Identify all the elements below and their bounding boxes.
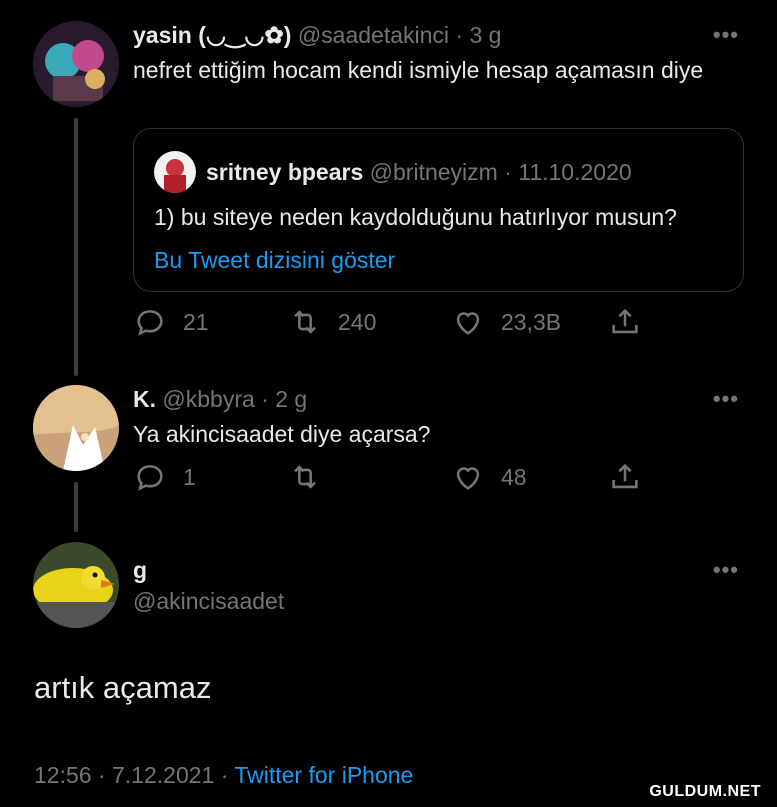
retweet-count: 240 (338, 308, 377, 335)
quote-header: sritney bpears @britneyizm · 11.10.2020 (206, 159, 632, 186)
retweet-icon (294, 465, 316, 489)
source-link[interactable]: Twitter for iPhone (234, 762, 413, 788)
main-tweet-text: artık açamaz (34, 670, 212, 705)
like-count: 23,3B (501, 308, 562, 335)
reply-button[interactable]: 21 (133, 305, 209, 339)
user-handle-line: @akincisaadet (133, 588, 284, 615)
user-handle[interactable]: @saadetakinci (298, 22, 449, 48)
share-icon (612, 463, 638, 489)
share-icon (612, 308, 638, 334)
user-handle[interactable]: @akincisaadet (133, 588, 284, 614)
retweet-icon (294, 310, 316, 334)
retweet-button[interactable] (288, 460, 322, 494)
tweet-time[interactable]: 2 g (275, 386, 307, 412)
avatar[interactable] (154, 151, 196, 193)
like-button[interactable]: 23,3B (451, 305, 561, 339)
display-name[interactable]: g (133, 557, 147, 583)
share-button[interactable] (608, 305, 642, 339)
more-icon[interactable]: ••• (713, 557, 739, 583)
tweet-header: K. @kbbyra · 2 g (133, 386, 307, 413)
avatar[interactable] (33, 542, 119, 628)
share-button[interactable] (608, 460, 642, 494)
reply-icon (137, 310, 163, 336)
user-handle[interactable]: @britneyizm (370, 159, 498, 185)
tweet-time[interactable]: 3 g (469, 22, 501, 48)
tweet-text: nefret ettiğim hocam kendi ismiyle hesap… (133, 57, 704, 83)
tweet-header: g (133, 557, 147, 584)
tweet-1[interactable]: yasin (◡‿◡✿) @saadetakinci · 3 g ••• nef… (0, 0, 777, 370)
retweet-button[interactable]: 240 (288, 305, 376, 339)
watermark: GULDUM.NET (649, 783, 761, 800)
separator: · (261, 386, 269, 412)
timestamp[interactable]: 12:56 · 7.12.2021 · (34, 762, 228, 788)
quoted-tweet[interactable]: sritney bpears @britneyizm · 11.10.2020 … (133, 128, 744, 292)
reply-button[interactable]: 1 (133, 460, 196, 494)
tweet-meta: 12:56 · 7.12.2021 · Twitter for iPhone (34, 762, 413, 789)
tweet-actions: 1 48 (133, 460, 653, 500)
tweet-header: yasin (◡‿◡✿) @saadetakinci · 3 g (133, 22, 501, 49)
user-handle[interactable]: @kbbyra (162, 386, 254, 412)
quote-text: 1) bu siteye neden kaydolduğunu hatırlıy… (154, 204, 677, 230)
avatar[interactable] (33, 385, 119, 471)
reply-icon (137, 465, 163, 491)
separator: · (504, 159, 512, 185)
show-thread-link[interactable]: Bu Tweet dizisini göster (154, 247, 395, 274)
like-button[interactable]: 48 (451, 460, 527, 494)
reply-count: 1 (183, 463, 196, 490)
separator: · (455, 22, 464, 48)
tweet-actions: 21 240 23,3B (133, 305, 653, 345)
tweet-2[interactable]: K. @kbbyra · 2 g ••• Ya akincisaadet diy… (0, 370, 777, 530)
display-name[interactable]: K. (133, 386, 156, 412)
more-icon[interactable]: ••• (713, 386, 739, 412)
display-name[interactable]: sritney bpears (206, 159, 363, 185)
tweet-time[interactable]: 11.10.2020 (518, 159, 631, 185)
display-name[interactable]: yasin (◡‿◡✿) (133, 22, 291, 48)
like-count: 48 (501, 463, 527, 490)
tweet-text: Ya akincisaadet diye açarsa? (133, 421, 431, 447)
avatar[interactable] (33, 21, 119, 107)
like-icon (456, 312, 480, 335)
reply-count: 21 (183, 308, 209, 335)
like-icon (456, 467, 480, 490)
more-icon[interactable]: ••• (713, 22, 739, 48)
